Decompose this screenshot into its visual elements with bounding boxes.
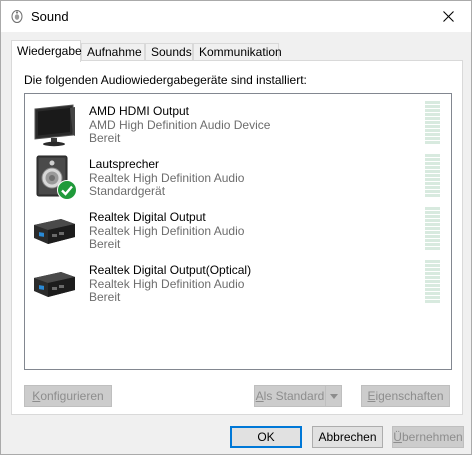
apply-button[interactable]: Übernehmen xyxy=(392,426,464,448)
level-meter xyxy=(425,260,440,304)
tab-aufnahme[interactable]: Aufnahme xyxy=(81,43,145,61)
list-item[interactable]: Lautsprecher Realtek High Definition Aud… xyxy=(25,154,451,207)
close-button[interactable] xyxy=(425,1,471,32)
device-status: Bereit xyxy=(89,290,121,304)
device-description: Realtek High Definition Audio xyxy=(89,277,245,291)
level-meter xyxy=(425,101,440,145)
level-meter xyxy=(425,154,440,198)
device-name: Realtek Digital Output(Optical) xyxy=(89,263,252,277)
device-status: Standardgerät xyxy=(89,184,166,198)
panel-heading: Die folgenden Audiowiedergabegeräte sind… xyxy=(24,73,307,87)
cancel-button[interactable]: Abbrechen xyxy=(312,426,383,448)
device-description: Realtek High Definition Audio xyxy=(89,224,245,238)
tab-sounds[interactable]: Sounds xyxy=(145,43,193,61)
playback-panel: Die folgenden Audiowiedergabegeräte sind… xyxy=(11,60,463,415)
configure-button[interactable]: Konfigurieren xyxy=(24,385,112,407)
set-default-dropdown[interactable] xyxy=(325,386,341,406)
digital-output-icon xyxy=(31,260,79,308)
device-name: Realtek Digital Output xyxy=(89,210,206,224)
device-list[interactable]: AMD HDMI Output AMD High Definition Audi… xyxy=(24,93,452,370)
list-item[interactable]: Realtek Digital Output(Optical) Realtek … xyxy=(25,260,451,313)
tab-wiedergabe[interactable]: Wiedergabe xyxy=(11,40,82,62)
default-check-icon xyxy=(57,180,77,200)
ok-button[interactable]: OK xyxy=(230,426,302,448)
tab-kommunikation[interactable]: Kommunikation xyxy=(193,43,282,61)
list-item[interactable]: AMD HDMI Output AMD High Definition Audi… xyxy=(25,101,451,154)
window-title: Sound xyxy=(31,9,69,24)
level-meter xyxy=(425,207,440,251)
digital-output-icon xyxy=(31,207,79,255)
device-description: AMD High Definition Audio Device xyxy=(89,118,271,132)
properties-button[interactable]: Eigenschaften xyxy=(361,385,450,407)
title-bar[interactable]: Sound xyxy=(1,1,471,32)
sound-dialog: Sound Wiedergabe Aufnahme Sounds Kommuni… xyxy=(0,0,472,455)
monitor-icon xyxy=(31,101,79,149)
sound-app-icon xyxy=(10,9,24,23)
close-icon xyxy=(442,11,454,22)
device-name: Lautsprecher xyxy=(89,157,160,171)
set-default-button[interactable]: Als Standard xyxy=(254,385,342,407)
chevron-down-icon xyxy=(329,393,338,399)
list-item[interactable]: Realtek Digital Output Realtek High Defi… xyxy=(25,207,451,260)
device-status: Bereit xyxy=(89,131,121,145)
device-status: Bereit xyxy=(89,237,121,251)
device-name: AMD HDMI Output xyxy=(89,104,190,118)
device-description: Realtek High Definition Audio xyxy=(89,171,245,185)
